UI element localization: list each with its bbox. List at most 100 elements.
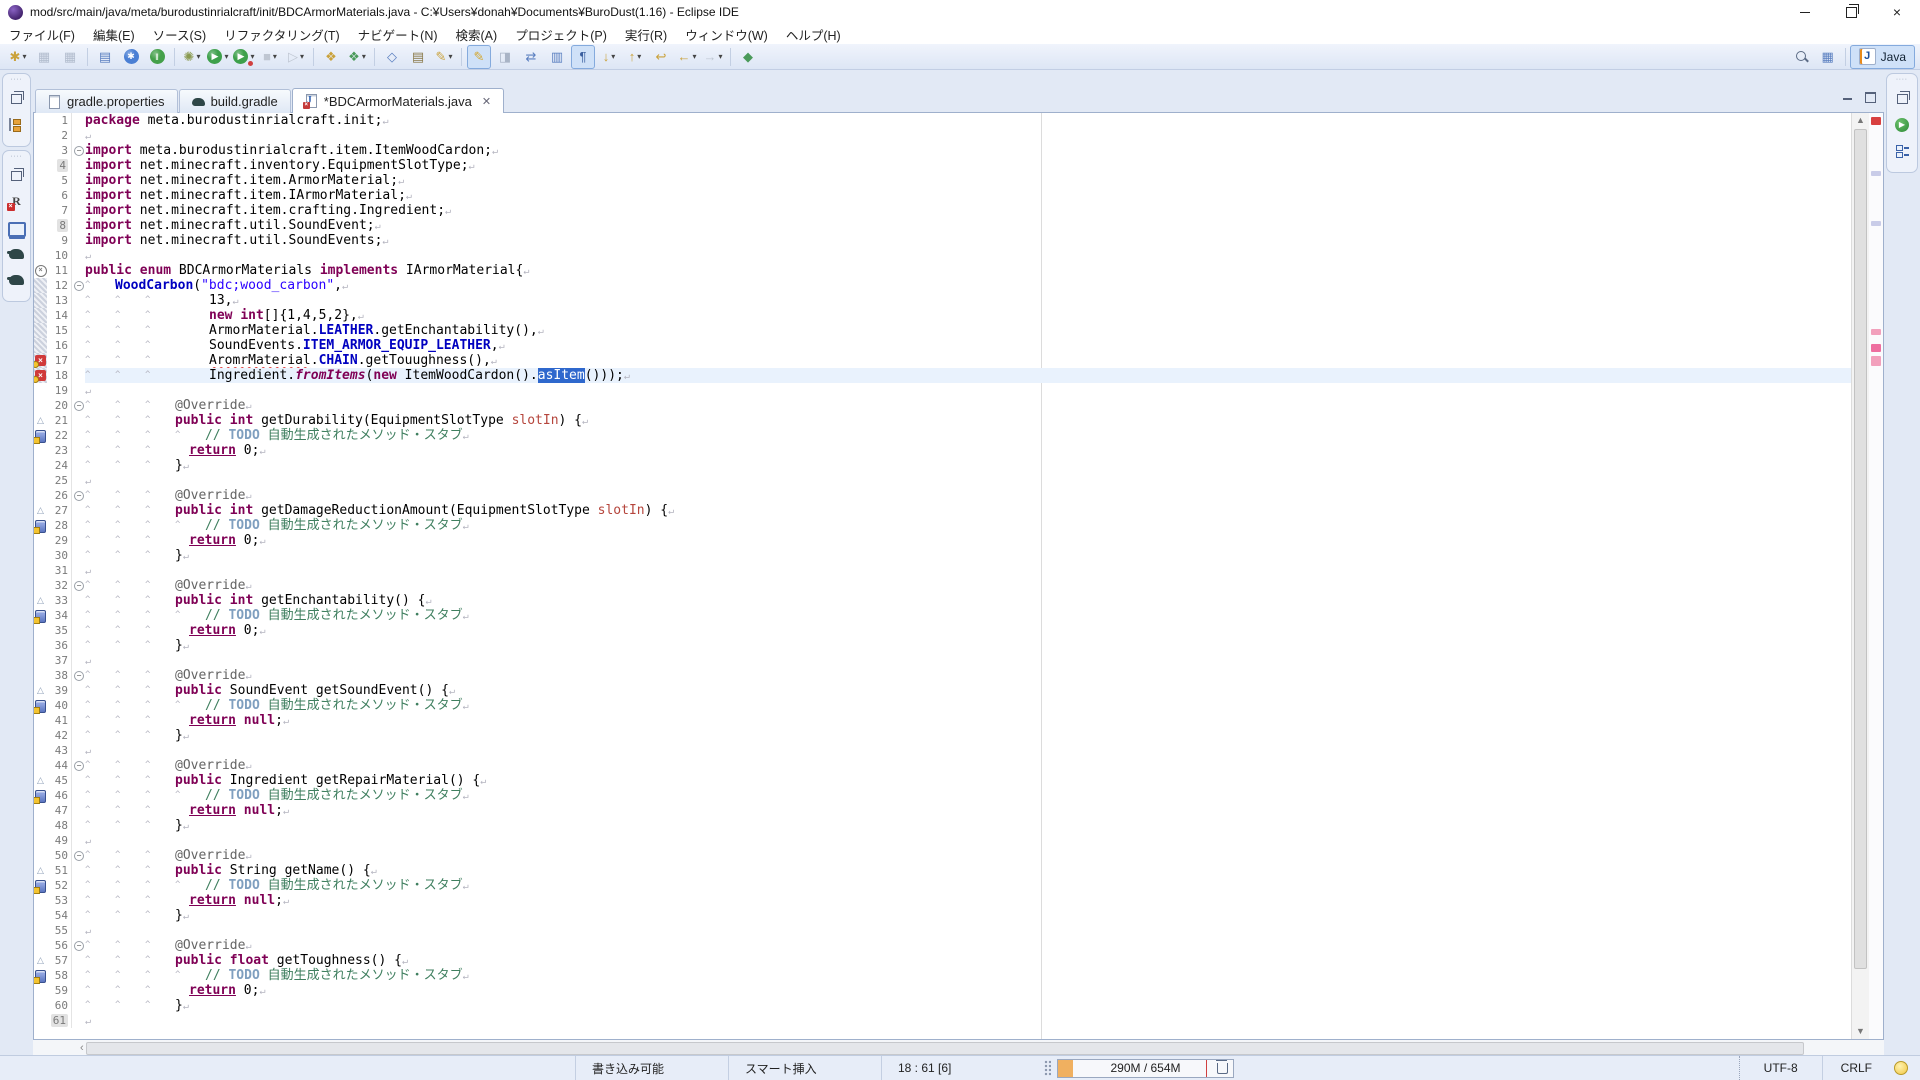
task-marker-icon[interactable] [35,610,46,623]
code-line[interactable]: 32−^^^@Override↵ [34,578,1851,593]
task-marker-icon[interactable] [35,700,46,713]
code-line[interactable]: 42^^^}↵ [34,728,1851,743]
last-edit-location-button[interactable]: ↩ [649,45,673,69]
code-line[interactable]: 47^^^return null;↵ [34,803,1851,818]
code-line[interactable]: 50−^^^@Override↵ [34,848,1851,863]
overview-marker[interactable] [1871,171,1881,176]
code-line[interactable]: 41^^^return null;↵ [34,713,1851,728]
profile-button[interactable]: ▷▾ [284,45,308,69]
fold-collapse-icon[interactable]: − [74,671,84,681]
code-line[interactable]: 26−^^^@Override↵ [34,488,1851,503]
forward-button-dropdown[interactable]: ▾ [718,52,722,61]
notification-bulb-icon[interactable] [1894,1061,1908,1075]
override-marker-icon[interactable]: △ [34,413,47,428]
outline-view-icon[interactable] [1893,143,1911,159]
menu-edit[interactable]: 編集(E) [84,23,144,46]
code-line[interactable]: 25↵ [34,473,1851,488]
code-line[interactable]: 61↵ [34,1013,1851,1028]
show-views-button[interactable]: ▥ [545,45,569,69]
code-line[interactable]: 15^^^ArmorMaterial.LEATHER.getEnchantabi… [34,323,1851,338]
code-line[interactable]: 4import net.minecraft.inventory.Equipmen… [34,158,1851,173]
syntax-error-icon[interactable]: × [35,265,47,277]
editor-tab-bdcarmormaterialsjava[interactable]: *BDCArmorMaterials.java✕ [292,88,504,113]
code-line[interactable]: 30^^^}↵ [34,548,1851,563]
maximize-editor-button[interactable] [1864,90,1876,102]
overview-marker[interactable] [1871,117,1881,125]
code-line[interactable]: 52^^^^// TODO 自動生成されたメソッド・スタブ↵ [34,878,1851,893]
restore-view-icon[interactable] [1893,91,1911,107]
previous-annotation-button[interactable]: ↑▾ [623,45,647,69]
code-line[interactable]: 5import net.minecraft.item.ArmorMaterial… [34,173,1851,188]
search-button[interactable] [1790,45,1814,69]
menu-refactor[interactable]: リファクタリング(T) [215,23,348,46]
code-line[interactable]: 46^^^^// TODO 自動生成されたメソッド・スタブ↵ [34,788,1851,803]
package-explorer-view-icon[interactable] [8,117,26,133]
code-line[interactable]: 40^^^^// TODO 自動生成されたメソッド・スタブ↵ [34,698,1851,713]
code-line[interactable]: 2↵ [34,128,1851,143]
menu-run[interactable]: 実行(R) [616,23,676,46]
menu-file[interactable]: ファイル(F) [0,23,84,46]
horizontal-scroll-thumb[interactable] [86,1042,1804,1055]
override-marker-icon[interactable]: △ [34,773,47,788]
code-line[interactable]: 19↵ [34,383,1851,398]
code-line[interactable]: △51^^^public String getName() {↵ [34,863,1851,878]
code-line[interactable]: 31↵ [34,563,1851,578]
code-line[interactable]: 48^^^}↵ [34,818,1851,833]
editor-tab-buildgradle[interactable]: build.gradle [179,89,291,113]
pin-editor-button[interactable]: ◆ [736,45,760,69]
fold-collapse-icon[interactable]: − [74,851,84,861]
code-line[interactable]: 55↵ [34,923,1851,938]
code-line[interactable]: 23^^^return 0;↵ [34,443,1851,458]
save-all-button[interactable]: ▦ [58,45,82,69]
scroll-up-arrow[interactable]: ▲ [1852,113,1869,128]
code-line[interactable]: 16^^^SoundEvents.ITEM_ARMOR_EQUIP_LEATHE… [34,338,1851,353]
code-line[interactable]: △33^^^public int getEnchantability() {↵ [34,593,1851,608]
override-marker-icon[interactable]: △ [34,863,47,878]
code-line[interactable]: 56−^^^@Override↵ [34,938,1851,953]
new-java-class-button[interactable]: ❖▾ [345,45,369,69]
code-line[interactable]: 29^^^return 0;↵ [34,533,1851,548]
menu-project[interactable]: プロジェクト(P) [506,23,616,46]
run-view-icon[interactable]: ▶ [1893,117,1911,133]
override-marker-icon[interactable]: △ [34,683,47,698]
minimize-editor-button[interactable] [1842,90,1854,102]
code-editor[interactable]: 1package meta.burodustinrialcraft.init;↵… [33,112,1884,1040]
editor-tab-gradleproperties[interactable]: gradle.properties [35,89,178,113]
code-line[interactable]: △27^^^public int getDamageReductionAmoun… [34,503,1851,518]
close-window-button[interactable]: × [1874,0,1920,24]
gradle-view-icon[interactable] [8,272,26,288]
code-line[interactable]: 7import net.minecraft.item.crafting.Ingr… [34,203,1851,218]
build-all-button[interactable]: ✱ [119,45,143,69]
overview-marker[interactable] [1871,356,1881,366]
code-line[interactable]: 53^^^return null;↵ [34,893,1851,908]
code-line[interactable]: 59^^^return 0;↵ [34,983,1851,998]
forward-button[interactable]: →▾ [701,45,725,69]
code-line[interactable]: 58^^^^// TODO 自動生成されたメソッド・スタブ↵ [34,968,1851,983]
error-marker-icon[interactable]: × [35,370,46,381]
code-line[interactable]: △21^^^public int getDurability(Equipment… [34,413,1851,428]
new-wizard-button[interactable]: ✱▾ [6,45,30,69]
code-line[interactable]: △57^^^public float getToughness() {↵ [34,953,1851,968]
overview-marker[interactable] [1871,329,1881,335]
run-button-dropdown[interactable]: ▾ [224,52,228,61]
back-button[interactable]: ←▾ [675,45,699,69]
open-perspective-button[interactable]: ▦ [1816,45,1840,69]
menu-source[interactable]: ソース(S) [144,23,216,46]
next-annotation-button[interactable]: ↓▾ [597,45,621,69]
code-line[interactable]: 12−^WoodCarbon("bdc;wood_carbon",↵ [34,278,1851,293]
code-line[interactable]: 1package meta.burodustinrialcraft.init;↵ [34,113,1851,128]
stop-button-dropdown[interactable]: ▾ [273,52,277,61]
save-button[interactable]: ▦ [32,45,56,69]
task-marker-icon[interactable] [35,430,46,443]
overview-marker[interactable] [1871,221,1881,226]
back-button-dropdown[interactable]: ▾ [692,52,696,61]
code-line[interactable]: 3−import meta.burodustinrialcraft.item.I… [34,143,1851,158]
debug-button-dropdown[interactable]: ▾ [196,52,200,61]
override-marker-icon[interactable]: △ [34,593,47,608]
format-button-dropdown[interactable]: ▾ [448,52,452,61]
menu-window[interactable]: ウィンドウ(W) [676,23,777,46]
new-java-project-button[interactable]: ❖ [319,45,343,69]
profile-button-dropdown[interactable]: ▾ [300,52,304,61]
code-line[interactable]: 6import net.minecraft.item.IArmorMateria… [34,188,1851,203]
gradle-task-button[interactable]: ‖ [145,45,169,69]
